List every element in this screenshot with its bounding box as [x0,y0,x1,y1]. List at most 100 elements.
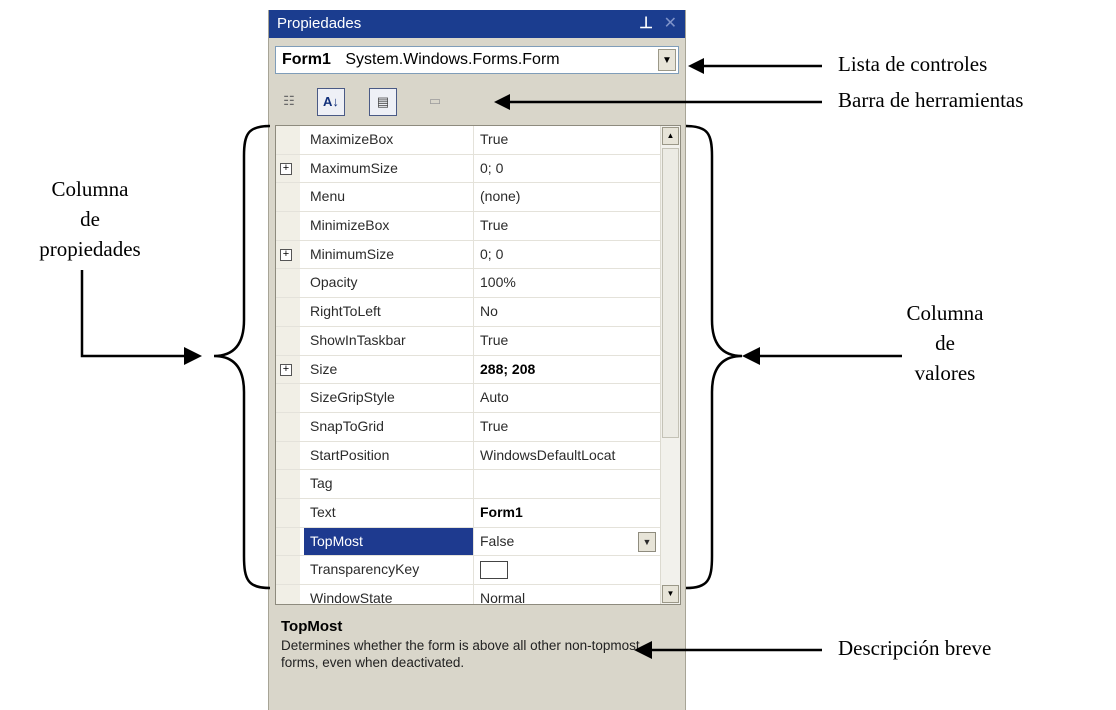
property-value[interactable]: True [476,413,660,441]
row-gutter: + [276,355,300,384]
color-swatch[interactable] [480,560,508,579]
label-lista-controles: Lista de controles [838,52,988,76]
property-name[interactable]: SnapToGrid [304,412,474,441]
label-columna-propiedades-3: propiedades [39,237,141,261]
row-gutter [276,585,300,604]
description-text: Determines whether the form is above all… [281,638,640,670]
property-name[interactable]: MinimumSize [304,240,474,269]
arrowhead-valores [742,347,760,365]
property-row[interactable]: Opacity 100% [276,269,660,299]
row-gutter: + [276,240,300,269]
value-dropdown-icon[interactable]: ▼ [638,531,656,552]
properties-toolbar: ☷ A↓ ▤ ▭ [275,82,679,122]
property-name[interactable]: Text [304,498,474,527]
property-value[interactable]: False [476,528,660,556]
property-value[interactable]: 100% [476,269,660,297]
chevron-down-icon[interactable]: ▼ [658,49,676,71]
label-columna-propiedades-1: Columna [51,177,129,201]
property-name[interactable]: Opacity [304,269,474,298]
label-columna-valores-3: valores [914,361,976,385]
row-gutter: + [276,154,300,183]
property-name[interactable]: Size [304,355,474,384]
properties-icon[interactable]: ▤ [369,88,397,116]
categorized-icon[interactable]: ☷ [275,88,303,116]
row-gutter [276,212,300,240]
property-row[interactable]: Text Form1 [276,498,660,528]
property-value[interactable] [476,556,660,584]
expand-icon[interactable]: + [280,363,292,376]
scroll-up-icon[interactable]: ▲ [662,127,679,145]
row-gutter [276,412,300,441]
property-row[interactable]: WindowState Normal [276,585,660,604]
row-gutter [276,470,300,498]
description-title: TopMost [281,618,343,635]
property-row[interactable]: SnapToGrid True [276,412,660,442]
arrowhead-propiedades [184,347,202,365]
property-grid: MaximizeBox True + MaximumSize 0; 0 Menu (none… [275,125,681,605]
row-gutter [276,326,300,355]
label-columna-propiedades-2: de [80,207,100,231]
property-name[interactable]: WindowState [304,585,474,604]
alphabetical-icon[interactable]: A↓ [317,88,345,116]
property-row[interactable]: + MinimumSize 0; 0 [276,240,660,270]
row-gutter [276,183,300,212]
property-row[interactable]: TopMost False ▼ [276,527,660,557]
property-row[interactable]: + Size 288; 208 [276,355,660,385]
property-name[interactable]: MaximumSize [304,154,474,183]
object-type: System.Windows.Forms.Form [345,51,560,68]
property-row[interactable]: StartPosition WindowsDefaultLocat [276,441,660,471]
label-barra-herramientas: Barra de herramientas [838,88,1024,112]
object-selector[interactable]: Form1 System.Windows.Forms.Form ▼ [275,46,679,74]
property-value[interactable] [476,470,660,498]
property-name[interactable]: StartPosition [304,441,474,470]
property-row[interactable]: RightToLeft No [276,298,660,327]
property-name[interactable]: MaximizeBox [304,126,474,154]
pin-icon[interactable]: ⊥ [639,10,653,38]
property-row[interactable]: MinimizeBox True [276,212,660,241]
property-row[interactable]: TransparencyKey [276,556,660,585]
row-gutter [276,269,300,298]
row-gutter [276,527,300,556]
scroll-down-icon[interactable]: ▼ [662,585,679,603]
properties-window: Propiedades ⊥ ✕ Form1 System.Windows.For… [268,10,686,710]
expand-icon[interactable]: + [280,248,292,261]
vertical-scrollbar[interactable]: ▲ ▼ [660,126,680,604]
row-gutter [276,556,300,584]
property-name[interactable]: RightToLeft [304,298,474,326]
window-titlebar[interactable]: Propiedades ⊥ ✕ [269,10,685,38]
row-gutter [276,384,300,412]
property-name[interactable]: SizeGripStyle [304,384,474,412]
events-icon[interactable]: ▭ [421,88,449,116]
property-name[interactable]: TransparencyKey [304,556,474,584]
property-row[interactable]: Menu (none) [276,183,660,213]
property-value[interactable]: 0; 0 [476,241,660,269]
property-name[interactable]: TopMost [304,527,474,556]
property-row[interactable]: Tag [276,470,660,499]
property-value[interactable]: Form1 [476,499,660,527]
expand-icon[interactable]: + [280,162,292,175]
property-value[interactable]: No [476,298,660,326]
property-value[interactable]: Normal [476,585,660,604]
property-value[interactable]: WindowsDefaultLocat [476,442,660,470]
property-name[interactable]: ShowInTaskbar [304,326,474,355]
property-value[interactable]: True [476,126,660,154]
property-row[interactable]: + MaximumSize 0; 0 [276,154,660,184]
property-value[interactable]: Auto [476,384,660,412]
property-value[interactable]: 288; 208 [476,356,660,384]
property-value[interactable]: (none) [476,183,660,211]
property-value[interactable]: True [476,212,660,240]
scroll-thumb[interactable] [662,148,679,438]
property-name[interactable]: MinimizeBox [304,212,474,240]
property-name[interactable]: Tag [304,470,474,498]
row-gutter [276,441,300,470]
property-row[interactable]: SizeGripStyle Auto [276,384,660,413]
property-name[interactable]: Menu [304,183,474,212]
close-icon[interactable]: ✕ [664,10,677,38]
row-gutter [276,498,300,527]
arrow-columna-propiedades [80,270,186,358]
property-row[interactable]: MaximizeBox True [276,126,660,155]
property-value[interactable]: 0; 0 [476,155,660,183]
label-columna-valores-2: de [935,331,955,355]
property-row[interactable]: ShowInTaskbar True [276,326,660,356]
property-value[interactable]: True [476,327,660,355]
